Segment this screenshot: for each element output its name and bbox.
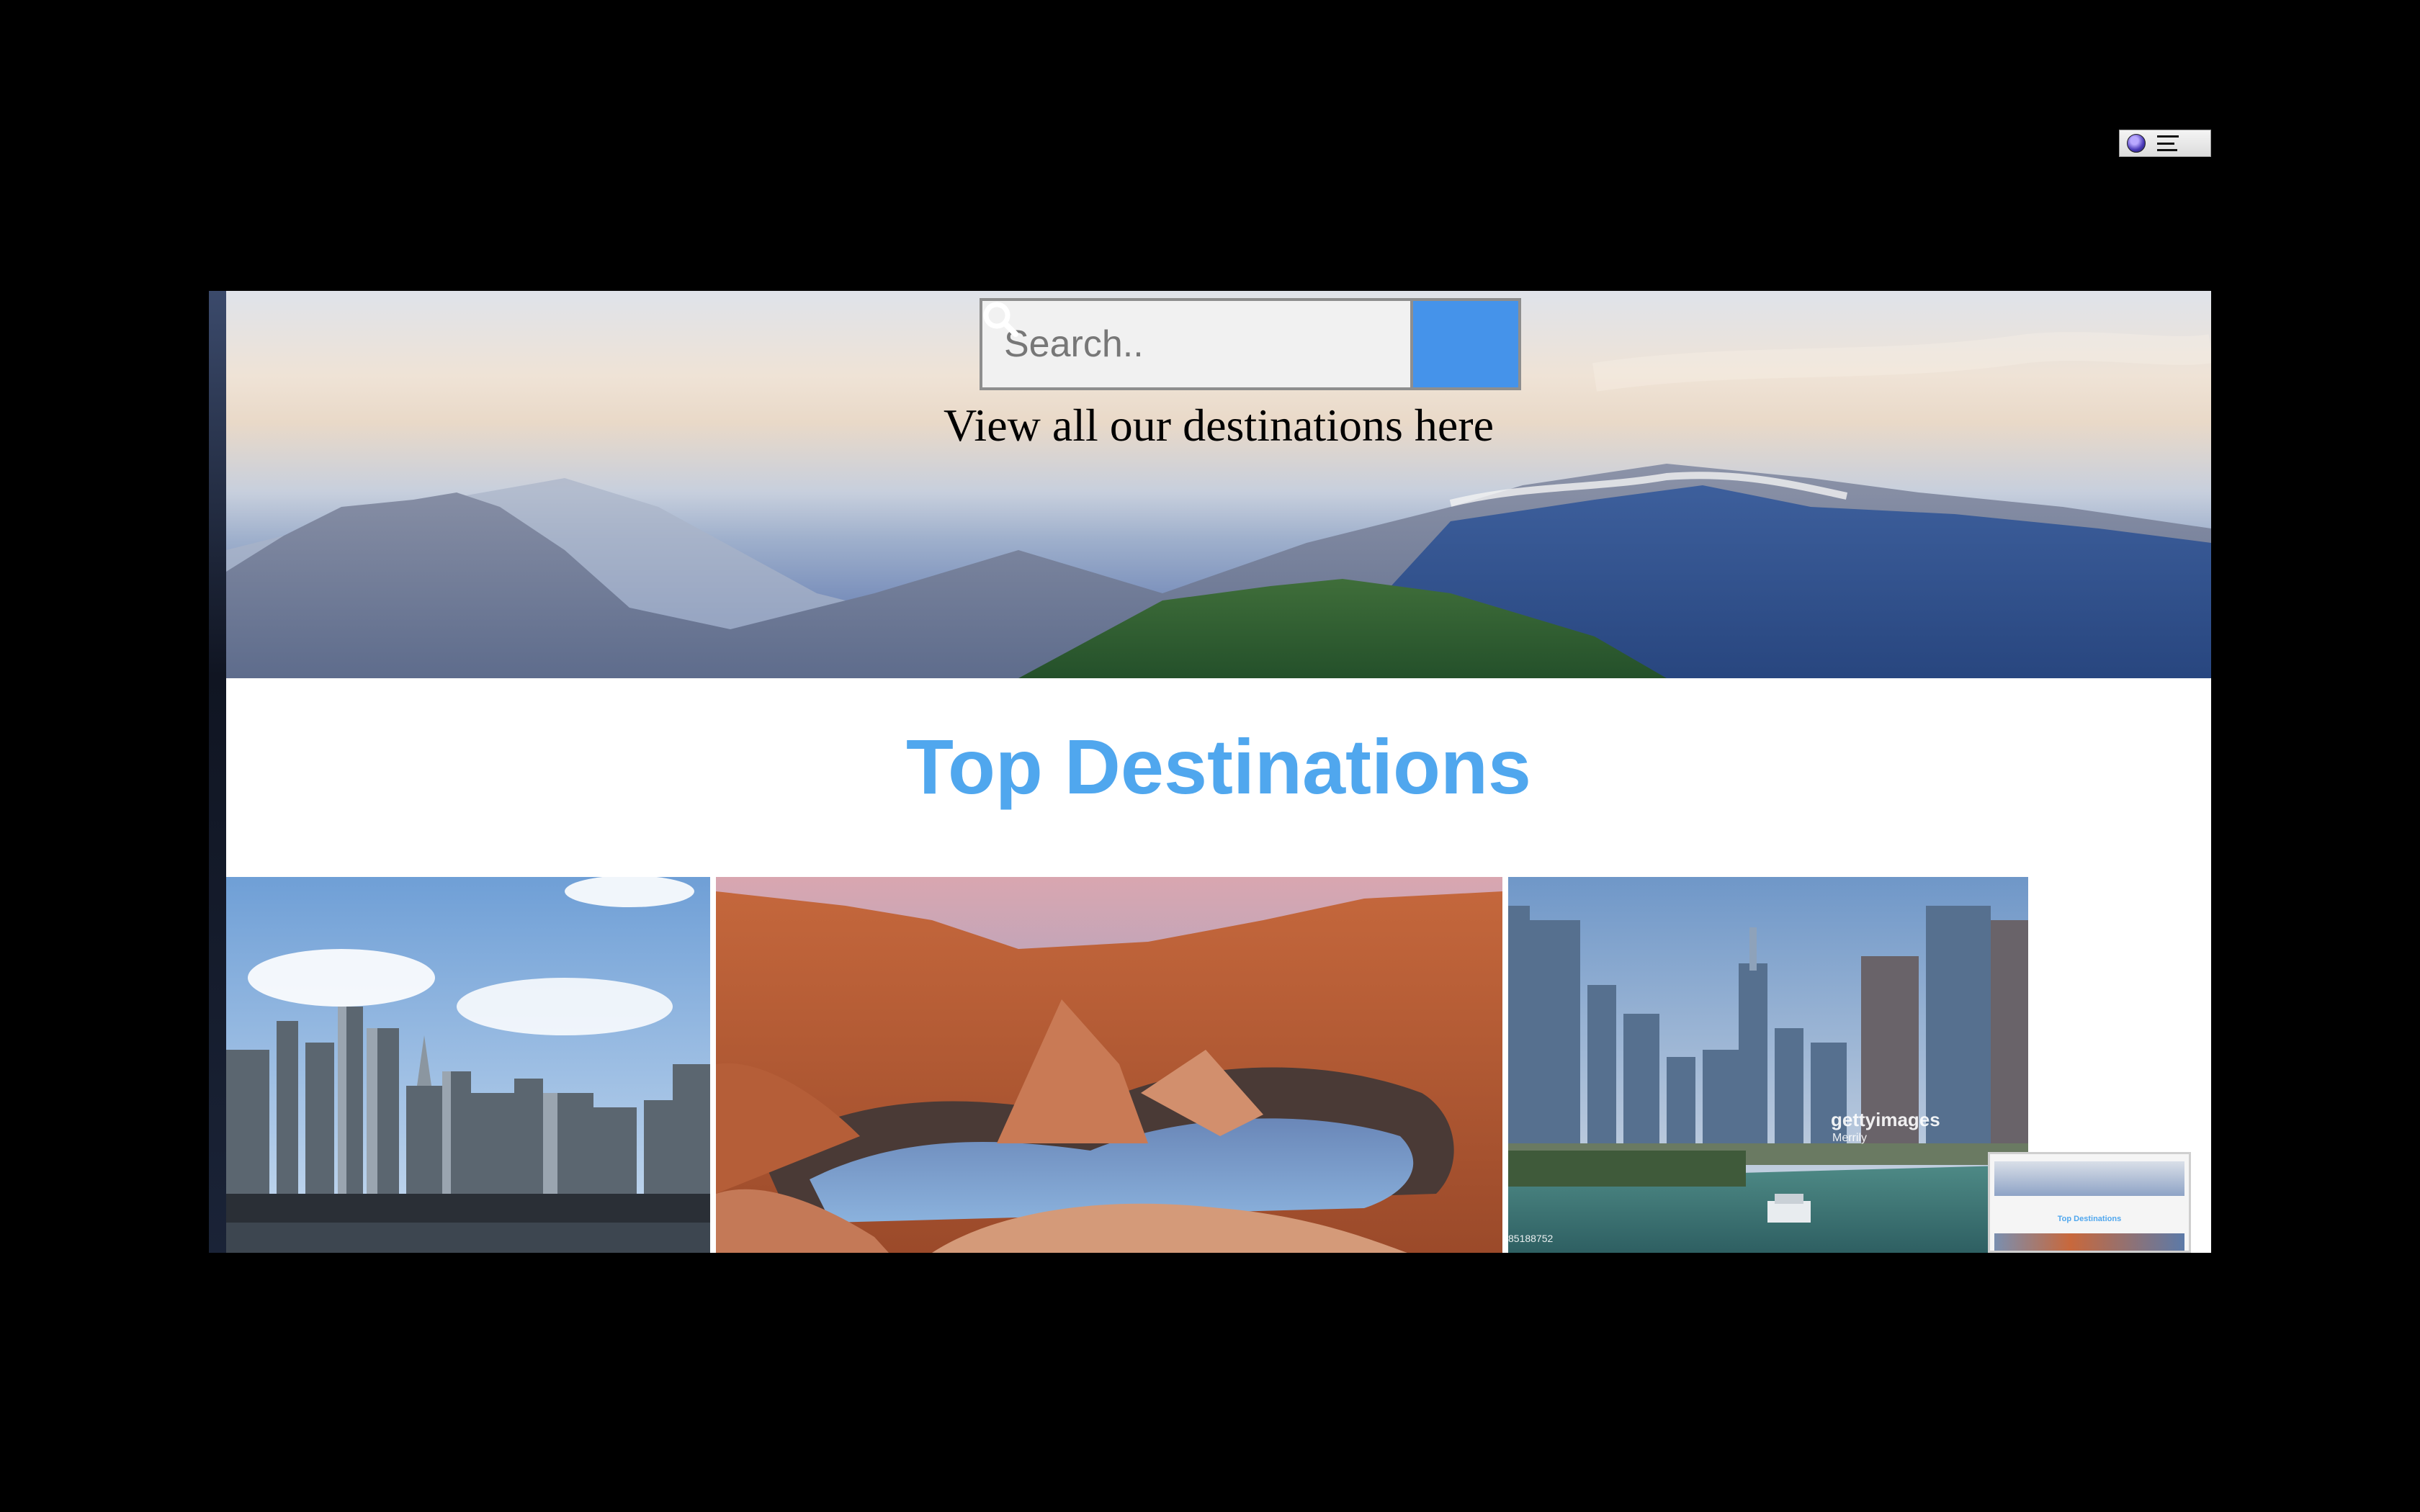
screenshot-thumbnail[interactable]: Top Destinations (1988, 1152, 2191, 1253)
window-left-edge (209, 291, 226, 1253)
hero-banner: View all our destinations here (226, 291, 2211, 678)
web-page: View all our destinations here Top Desti… (209, 291, 2211, 1253)
photo-id: 85188752 (1508, 1233, 1554, 1244)
thumbnail-gallery (1994, 1233, 2184, 1251)
getty-watermark: gettyimages (1831, 1109, 1940, 1130)
destination-tile-chicago[interactable]: gettyimages Merrily 85188752 (1508, 877, 2028, 1253)
search-icon (983, 302, 1018, 337)
search-input[interactable] (980, 298, 1413, 390)
chicago-river-image (1508, 877, 2028, 1253)
globe-icon[interactable] (2127, 134, 2146, 153)
list-icon[interactable] (2157, 135, 2179, 151)
new-york-skyline-image (226, 877, 710, 1253)
search-bar (980, 298, 1521, 390)
thumbnail-hero (1994, 1161, 2184, 1196)
search-button[interactable] (983, 298, 1521, 390)
destination-tile-canyon[interactable] (716, 877, 1502, 1253)
destination-tile-new-york[interactable] (226, 877, 710, 1253)
photo-credit: Merrily (1832, 1132, 1867, 1144)
canyon-lake-image (716, 877, 1502, 1253)
section-title: Top Destinations (905, 723, 1531, 810)
floating-toolbar (2119, 130, 2211, 157)
hero-caption: View all our destinations here (944, 400, 1494, 451)
thumbnail-title: Top Destinations (2057, 1215, 2122, 1223)
